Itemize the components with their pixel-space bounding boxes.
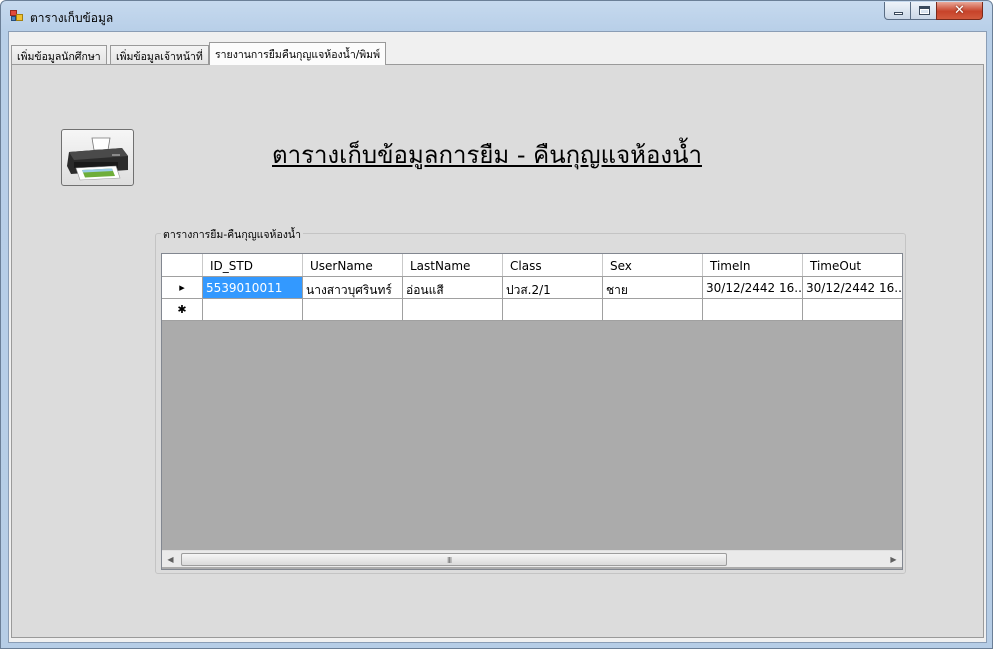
tab-report-print[interactable]: รายงานการยืมคืนกุญแจห้องน้ำ/พิมพ์ [209, 42, 387, 65]
app-window: ตารางเก็บข้อมูล ✕ เพิ่มข้อมูลนักศึกษา เพ… [0, 0, 993, 649]
report-tab-panel: ตารางเก็บข้อมูลการยืม - คืนกุญแจห้องน้ำ … [11, 64, 984, 638]
borrow-return-group: ตารางการยืม-คืนกุญแจห้องน้ำ ID_STD UserN… [155, 226, 906, 574]
cell-id-std[interactable] [203, 299, 303, 320]
page-heading: ตารางเก็บข้อมูลการยืม - คืนกุญแจห้องน้ำ [272, 141, 702, 169]
cell-lastname[interactable]: อ่อนแสี [403, 277, 503, 298]
cell-timeout[interactable] [803, 299, 902, 320]
scrollbar-thumb[interactable]: III [181, 553, 727, 566]
column-header-timein[interactable]: TimeIn [703, 254, 803, 276]
cell-lastname[interactable] [403, 299, 503, 320]
data-grid[interactable]: ID_STD UserName LastName Class Sex TimeI… [161, 253, 903, 570]
cell-class[interactable]: ปวส.2/1 [503, 277, 603, 298]
cell-username[interactable]: นางสาวบุศรินทร์ [303, 277, 403, 298]
column-header-sex[interactable]: Sex [603, 254, 703, 276]
tab-strip: เพิ่มข้อมูลนักศึกษา เพิ่มข้อมูลเจ้าหน้าท… [11, 42, 986, 65]
horizontal-scrollbar[interactable]: ◀ III ▶ [162, 550, 902, 567]
table-row[interactable]: ▸ 5539010011 นางสาวบุศรินทร์ อ่อนแสี ปวส… [162, 277, 902, 299]
cell-sex[interactable]: ชาย [603, 277, 703, 298]
grid-corner[interactable] [162, 254, 203, 276]
window-title: ตารางเก็บข้อมูล [30, 11, 114, 25]
tab-add-student[interactable]: เพิ่มข้อมูลนักศึกษา [11, 45, 107, 64]
minimize-button[interactable] [884, 2, 911, 20]
group-label: ตารางการยืม-คืนกุญแจห้องน้ำ [161, 226, 303, 243]
new-row-indicator[interactable]: ✱ [162, 299, 203, 320]
cell-timein[interactable]: 30/12/2442 16... [703, 277, 803, 298]
grid-header: ID_STD UserName LastName Class Sex TimeI… [162, 254, 902, 277]
app-icon [10, 10, 24, 22]
cell-sex[interactable] [603, 299, 703, 320]
cell-timein[interactable] [703, 299, 803, 320]
column-header-lastname[interactable]: LastName [403, 254, 503, 276]
column-header-username[interactable]: UserName [303, 254, 403, 276]
maximize-button[interactable] [910, 2, 937, 20]
cell-class[interactable] [503, 299, 603, 320]
column-header-class[interactable]: Class [503, 254, 603, 276]
tab-add-staff[interactable]: เพิ่มข้อมูลเจ้าหน้าที่ [110, 45, 209, 64]
maximize-icon [919, 6, 930, 15]
column-header-id-std[interactable]: ID_STD [203, 254, 303, 276]
close-icon: ✕ [954, 3, 965, 18]
scroll-right-button[interactable]: ▶ [885, 551, 902, 568]
close-button[interactable]: ✕ [936, 2, 983, 20]
minimize-icon [894, 12, 903, 15]
new-row[interactable]: ✱ [162, 299, 902, 321]
printer-icon [67, 137, 128, 181]
column-header-timeout[interactable]: TimeOut [803, 254, 902, 276]
client-area: เพิ่มข้อมูลนักศึกษา เพิ่มข้อมูลเจ้าหน้าท… [8, 31, 987, 643]
cell-timeout[interactable]: 30/12/2442 16... [803, 277, 902, 298]
title-bar[interactable]: ตารางเก็บข้อมูล ✕ [1, 1, 992, 31]
current-row-indicator[interactable]: ▸ [162, 277, 203, 298]
cell-id-std[interactable]: 5539010011 [203, 277, 303, 298]
scroll-left-button[interactable]: ◀ [162, 551, 179, 568]
cell-username[interactable] [303, 299, 403, 320]
print-button[interactable] [61, 129, 134, 186]
scrollbar-grip: III [447, 556, 452, 565]
